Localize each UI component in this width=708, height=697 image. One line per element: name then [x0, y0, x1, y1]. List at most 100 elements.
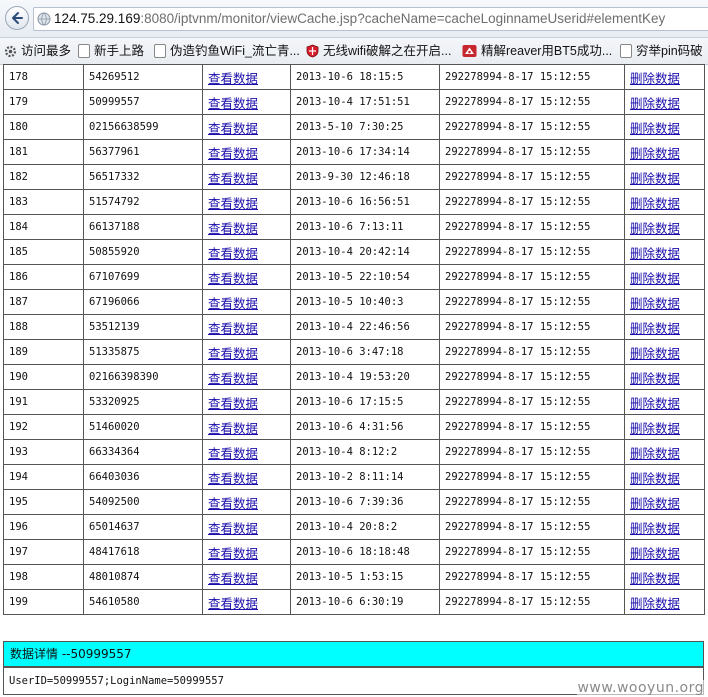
bookmark-getting-started[interactable]: 新手上路 [78, 38, 144, 64]
delete-data-link[interactable]: 删除数据 [630, 71, 680, 86]
view-data-link[interactable]: 查看数据 [208, 171, 258, 186]
cell-index: 183 [3, 189, 84, 215]
cell-created-time: 2013-10-6 3:47:18 [290, 339, 440, 365]
cell-index: 194 [3, 464, 84, 490]
bookmark-most-visited[interactable]: 访问最多 [4, 38, 71, 64]
view-data-link[interactable]: 查看数据 [208, 221, 258, 236]
view-data-link[interactable]: 查看数据 [208, 246, 258, 261]
delete-data-link[interactable]: 删除数据 [630, 96, 680, 111]
delete-data-link-cell: 删除数据 [624, 189, 705, 215]
delete-data-link[interactable]: 删除数据 [630, 496, 680, 511]
bookmark-label: 精解reaver用BT5成功... [481, 44, 613, 58]
shield-icon [306, 44, 319, 58]
url-path: :8080/iptvnm/monitor/viewCache.jsp?cache… [140, 11, 666, 26]
delete-data-link[interactable]: 删除数据 [630, 171, 680, 186]
view-data-link[interactable]: 查看数据 [208, 321, 258, 336]
view-data-link[interactable]: 查看数据 [208, 496, 258, 511]
delete-data-link[interactable]: 删除数据 [630, 571, 680, 586]
delete-data-link[interactable]: 删除数据 [630, 396, 680, 411]
delete-data-link[interactable]: 删除数据 [630, 246, 680, 261]
cell-key: 48010874 [83, 564, 203, 590]
delete-data-link[interactable]: 删除数据 [630, 446, 680, 461]
view-data-link-cell: 查看数据 [202, 139, 291, 165]
bookmark-label: 穷举pin码破 [636, 44, 703, 58]
cell-created-time: 2013-10-4 19:53:20 [290, 364, 440, 390]
delete-data-link[interactable]: 删除数据 [630, 221, 680, 236]
view-data-link[interactable]: 查看数据 [208, 471, 258, 486]
address-bar: 124.75.29.169:8080/iptvnm/monitor/viewCa… [0, 0, 708, 38]
delete-data-link[interactable]: 删除数据 [630, 271, 680, 286]
cell-expire-time: 292278994-8-17 15:12:55 [439, 389, 625, 415]
delete-data-link[interactable]: 删除数据 [630, 471, 680, 486]
cell-created-time: 2013-10-6 7:39:36 [290, 489, 440, 515]
table-row: 191 53320925 查看数据 2013-10-6 17:15:5 29227899… [3, 389, 705, 415]
view-data-link[interactable]: 查看数据 [208, 421, 258, 436]
delete-data-link[interactable]: 删除数据 [630, 421, 680, 436]
cell-key: 66334364 [83, 439, 203, 465]
delete-data-link[interactable]: 删除数据 [630, 521, 680, 536]
delete-data-link-cell: 删除数据 [624, 464, 705, 490]
cell-key: 02166398390 [83, 364, 203, 390]
delete-data-link[interactable]: 删除数据 [630, 296, 680, 311]
view-data-link-cell: 查看数据 [202, 514, 291, 540]
cell-created-time: 2013-10-4 20:8:2 [290, 514, 440, 540]
cell-expire-time: 292278994-8-17 15:12:55 [439, 364, 625, 390]
bookmark-wifi-crack[interactable]: 无线wifi破解之在开启... [306, 38, 451, 64]
delete-data-link[interactable]: 删除数据 [630, 596, 680, 611]
delete-data-link-cell: 删除数据 [624, 539, 705, 565]
view-data-link-cell: 查看数据 [202, 539, 291, 565]
back-button[interactable] [5, 6, 29, 30]
delete-data-link-cell: 删除数据 [624, 364, 705, 390]
view-data-link[interactable]: 查看数据 [208, 371, 258, 386]
globe-icon [37, 12, 51, 26]
cell-expire-time: 292278994-8-17 15:12:55 [439, 264, 625, 290]
view-data-link[interactable]: 查看数据 [208, 396, 258, 411]
view-data-link[interactable]: 查看数据 [208, 596, 258, 611]
delete-data-link[interactable]: 删除数据 [630, 546, 680, 561]
delete-data-link[interactable]: 删除数据 [630, 121, 680, 136]
view-data-link[interactable]: 查看数据 [208, 196, 258, 211]
view-data-link-cell: 查看数据 [202, 489, 291, 515]
view-data-link[interactable]: 查看数据 [208, 446, 258, 461]
cell-created-time: 2013-10-6 18:18:48 [290, 539, 440, 565]
delete-data-link-cell: 删除数据 [624, 589, 705, 615]
table-row: 178 54269512 查看数据 2013-10-6 18:15:5 29227899… [3, 64, 705, 90]
url-field[interactable]: 124.75.29.169:8080/iptvnm/monitor/viewCa… [33, 7, 708, 31]
view-data-link[interactable]: 查看数据 [208, 121, 258, 136]
cell-created-time: 2013-10-6 4:31:56 [290, 414, 440, 440]
view-data-link[interactable]: 查看数据 [208, 571, 258, 586]
view-data-link[interactable]: 查看数据 [208, 521, 258, 536]
cell-index: 178 [3, 64, 84, 90]
delete-data-link-cell: 删除数据 [624, 114, 705, 140]
cell-created-time: 2013-10-6 17:15:5 [290, 389, 440, 415]
bookmarks-bar: 访问最多 新手上路 伪造钓鱼WiFi_流亡青... 无线wifi破解之在开启..… [0, 38, 708, 65]
delete-data-link[interactable]: 删除数据 [630, 196, 680, 211]
cell-index: 193 [3, 439, 84, 465]
delete-data-link[interactable]: 删除数据 [630, 146, 680, 161]
view-data-link[interactable]: 查看数据 [208, 96, 258, 111]
view-data-link-cell: 查看数据 [202, 414, 291, 440]
cell-index: 180 [3, 114, 84, 140]
view-data-link[interactable]: 查看数据 [208, 71, 258, 86]
view-data-link[interactable]: 查看数据 [208, 346, 258, 361]
view-data-link[interactable]: 查看数据 [208, 271, 258, 286]
view-data-link-cell: 查看数据 [202, 389, 291, 415]
delete-data-link-cell: 删除数据 [624, 414, 705, 440]
cell-created-time: 2013-10-6 7:13:11 [290, 214, 440, 240]
delete-data-link-cell: 删除数据 [624, 89, 705, 115]
cell-created-time: 2013-10-6 17:34:14 [290, 139, 440, 165]
view-data-link[interactable]: 查看数据 [208, 146, 258, 161]
bookmark-fake-wifi[interactable]: 伪造钓鱼WiFi_流亡青... [154, 38, 300, 64]
cell-key: 65014637 [83, 514, 203, 540]
delete-data-link[interactable]: 删除数据 [630, 346, 680, 361]
table-row: 194 66403036 查看数据 2013-10-2 8:11:14 29227899… [3, 464, 705, 490]
detail-header: 数据详情 --50999557 [3, 641, 704, 667]
bookmark-pin-brute[interactable]: 穷举pin码破 [620, 38, 703, 64]
view-data-link[interactable]: 查看数据 [208, 546, 258, 561]
delete-data-link[interactable]: 删除数据 [630, 321, 680, 336]
delete-data-link[interactable]: 删除数据 [630, 371, 680, 386]
delete-data-link-cell: 删除数据 [624, 214, 705, 240]
view-data-link[interactable]: 查看数据 [208, 296, 258, 311]
cell-key: 66403036 [83, 464, 203, 490]
bookmark-reaver[interactable]: 精解reaver用BT5成功... [462, 38, 612, 64]
